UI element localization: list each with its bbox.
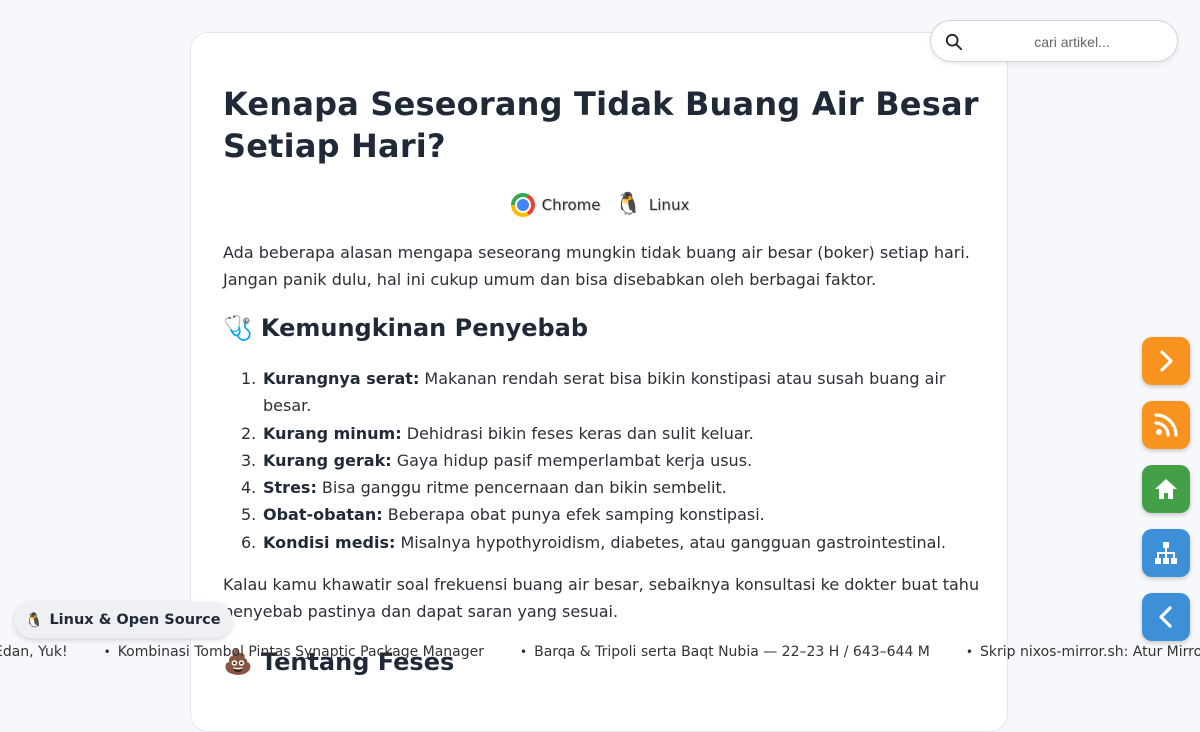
ticker-text: Skrip nixos-mirror.sh: Atur Mirror Terce… xyxy=(979,644,1200,660)
sitemap-button[interactable] xyxy=(1142,529,1190,577)
penguin-icon: 🐧 xyxy=(25,612,44,629)
list-item: 2. Kurang minum: Dehidrasi bikin feses ke… xyxy=(241,420,983,447)
chevron-right-icon xyxy=(1160,350,1173,372)
bullet-icon: • xyxy=(103,645,111,659)
platform-chrome: Chrome xyxy=(510,193,601,217)
list-term: Kurang gerak: xyxy=(263,450,392,470)
ticker-item[interactable]: Edan, Yuk! xyxy=(0,644,68,660)
ticker-item[interactable]: • Kombinasi Tombol Pintas Synaptic Packag… xyxy=(104,644,484,660)
list-item: 5. Obat-obatan: Beberapa obat punya efek … xyxy=(241,501,983,528)
page-title: Kenapa Seseorang Tidak Buang Air Besar S… xyxy=(223,85,979,165)
tux-icon: 🐧 xyxy=(614,192,642,217)
bullet-icon: • xyxy=(520,645,528,659)
list-number: 2. xyxy=(241,423,257,443)
home-button[interactable] xyxy=(1142,465,1190,513)
causes-list: 1. Kurangnya serat: Makanan rendah serat … xyxy=(241,365,983,556)
list-desc: Bisa ganggu ritme pencernaan dan bikin s… xyxy=(316,478,727,498)
platform-label: Chrome xyxy=(541,196,601,214)
list-item: 3. Kurang gerak: Gaya hidup pasif memperl… xyxy=(241,447,983,474)
list-desc: Gaya hidup pasif memperlambat kerja usus… xyxy=(391,450,753,470)
list-number: 1. xyxy=(241,369,257,388)
platform-list: Chrome 🐧 Linux xyxy=(191,193,1009,217)
list-desc: Dehidrasi bikin feses keras dan sulit ke… xyxy=(401,423,754,443)
next-button[interactable] xyxy=(1142,337,1190,385)
outro-paragraph: Kalau kamu khawatir soal frekuensi buang… xyxy=(223,575,980,621)
back-button[interactable] xyxy=(1142,593,1190,641)
search-icon xyxy=(945,33,963,51)
list-desc: Misalnya hypothyroidism, diabetes, atau … xyxy=(395,532,946,552)
rss-button[interactable] xyxy=(1142,401,1190,449)
ticker-item[interactable]: • Skrip nixos-mirror.sh: Atur Mirror Terc… xyxy=(966,644,1200,660)
list-item: 1. Kurangnya serat: Makanan rendah serat … xyxy=(241,365,983,420)
ticker-text: Barqa & Tripoli serta Baqt Nubia — 22–23… xyxy=(534,644,930,660)
ticker-text: Edan, Yuk! xyxy=(0,644,68,660)
list-item: 4. Stres: Bisa ganggu ritme pencernaan da… xyxy=(241,474,983,501)
article-card: Kenapa Seseorang Tidak Buang Air Besar S… xyxy=(190,32,1008,732)
list-number: 4. xyxy=(241,478,257,498)
list-term: Kurang minum: xyxy=(263,423,402,443)
list-number: 5. xyxy=(241,505,257,525)
sitemap-icon xyxy=(1155,542,1177,564)
search-input[interactable] xyxy=(975,29,1169,55)
news-ticker: Edan, Yuk! • Kombinasi Tombol Pintas Syna… xyxy=(0,642,1200,668)
ticker-item[interactable]: • Barqa & Tripoli serta Baqt Nubia — 22–2… xyxy=(520,644,930,660)
section-heading-text: Kemungkinan Penyebab xyxy=(260,314,589,342)
chrome-icon xyxy=(510,193,535,217)
ticker-text: Kombinasi Tombol Pintas Synaptic Package… xyxy=(117,644,485,660)
intro-paragraph: Ada beberapa alasan mengapa seseorang mu… xyxy=(223,243,970,289)
list-term: Kurangnya serat: xyxy=(263,369,420,388)
list-term: Stres: xyxy=(263,478,317,498)
bullet-icon: • xyxy=(965,645,973,659)
list-number: 6. xyxy=(241,532,257,552)
rss-icon xyxy=(1154,413,1178,437)
stethoscope-icon: 🩺 xyxy=(223,314,253,342)
list-number: 3. xyxy=(241,450,257,470)
search-box[interactable] xyxy=(930,20,1178,62)
list-desc: Beberapa obat punya efek samping konstip… xyxy=(382,505,765,525)
home-icon xyxy=(1155,479,1177,499)
list-item: 6. Kondisi medis: Misalnya hypothyroidism… xyxy=(241,529,983,556)
badge-label: Linux & Open Source xyxy=(49,612,221,628)
category-badge[interactable]: 🐧 Linux & Open Source xyxy=(14,602,232,638)
list-term: Kondisi medis: xyxy=(263,532,396,552)
section-heading-causes: 🩺 Kemungkinan Penyebab xyxy=(223,313,588,343)
platform-label: Linux xyxy=(648,196,690,214)
list-term: Obat-obatan: xyxy=(263,505,383,525)
platform-linux: 🐧 Linux xyxy=(615,193,690,217)
chevron-left-icon xyxy=(1159,606,1172,628)
